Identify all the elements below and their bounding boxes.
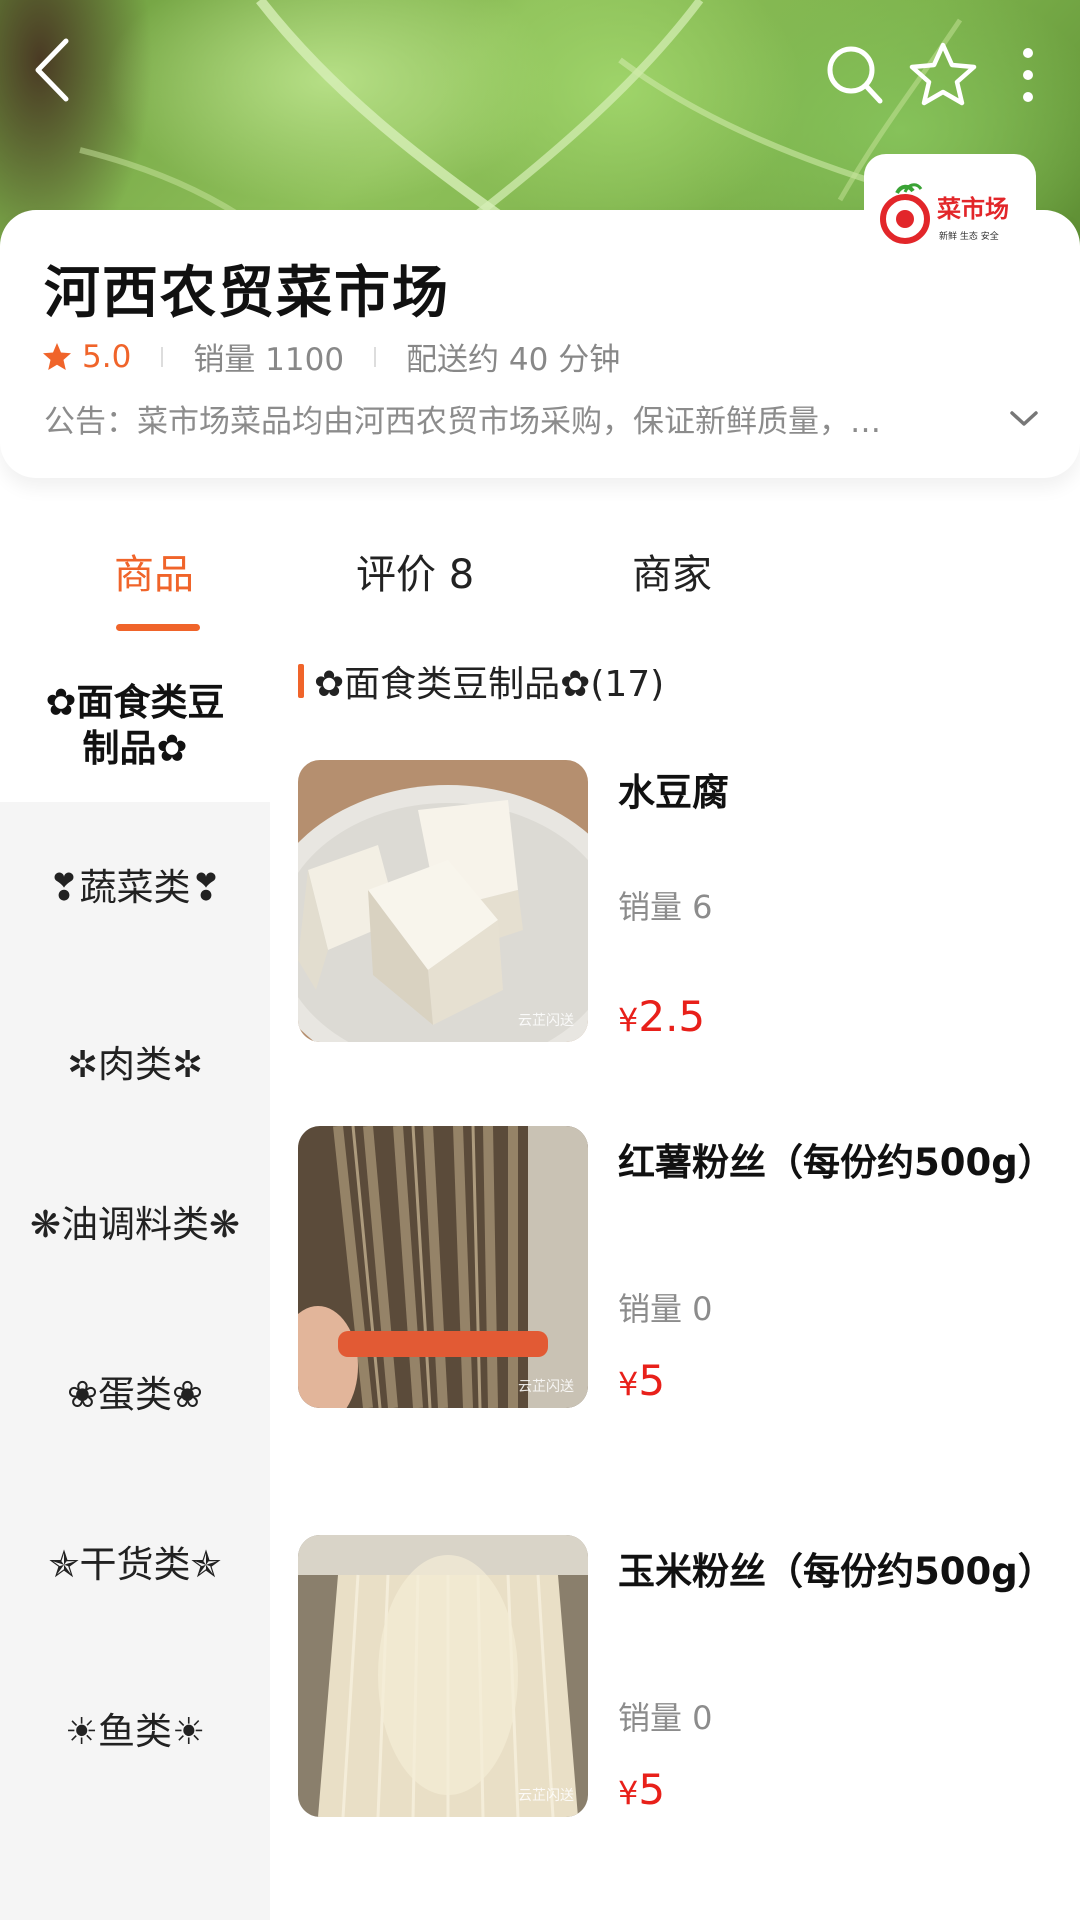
notice-text: 菜市场菜品均由河西农贸市场采购，保证新鲜质量，… (137, 404, 881, 440)
sweet-potato-noodles-photo (298, 1126, 588, 1408)
store-name: 河西农贸菜市场 (44, 261, 450, 326)
category-item-meat[interactable]: ✲肉类✲ (0, 1010, 270, 1120)
tab-reviews[interactable]: 评价 8 (356, 542, 474, 600)
product-price: ¥2.5 (618, 992, 705, 1041)
search-button[interactable] (820, 40, 890, 110)
product-name: 玉米粉丝（每份约500g） (618, 1550, 1055, 1593)
product-name: 红薯粉丝（每份约500g） (618, 1141, 1055, 1184)
tab-goods[interactable]: 商品 (114, 542, 194, 600)
store-notice[interactable]: 公告： 菜市场菜品均由河西农贸市场采购，保证新鲜质量，… (44, 396, 1040, 441)
logo-subtitle: 新鲜 生态 安全 (939, 230, 999, 242)
favorite-button[interactable] (905, 36, 981, 112)
watermark: 云芷闪送 (518, 1013, 574, 1029)
store-logo: 菜市场 新鲜 生态 安全 (864, 154, 1036, 280)
delivery-time: 配送约 40 分钟 (406, 342, 621, 378)
section-header: ✿面食类豆制品✿(17) (298, 655, 664, 707)
more-button[interactable] (1008, 40, 1048, 110)
product-card[interactable]: 云芷闪送 玉米粉丝（每份约500g） 销量 0 ¥5 (298, 1535, 1058, 1825)
store-logo-image: 菜市场 新鲜 生态 安全 (880, 183, 1009, 244)
category-item-fish[interactable]: ☀鱼类☀ (0, 1687, 270, 1777)
corn-noodles-photo (298, 1535, 588, 1817)
watermark: 云芷闪送 (518, 1788, 574, 1804)
notice-label: 公告： (44, 404, 137, 440)
product-sales: 销量 0 (618, 1699, 713, 1737)
category-sidebar: ✿面食类豆制品✿ ❣蔬菜类❣ ✲肉类✲ ❋油调料类❋ ❀蛋类❀ ✯干货类✯ ☀鱼… (0, 650, 270, 1920)
price-value: 5 (638, 1765, 666, 1814)
store-meta: 5.0 销量 1100 配送约 40 分钟 (42, 334, 620, 379)
more-vertical-icon (1023, 48, 1033, 102)
tofu-photo (298, 760, 588, 1042)
currency-symbol: ¥ (618, 1774, 639, 1812)
tab-merchant[interactable]: 商家 (632, 542, 712, 600)
logo-title: 菜市场 (936, 194, 1009, 223)
price-value: 5 (638, 1356, 666, 1405)
product-card[interactable]: 云芷闪送 红薯粉丝（每份约500g） 销量 0 ¥5 (298, 1126, 1058, 1416)
category-item-eggs[interactable]: ❀蛋类❀ (0, 1350, 270, 1440)
product-image[interactable]: 云芷闪送 (298, 760, 588, 1042)
star-outline-icon (909, 42, 977, 106)
category-item-vegetables[interactable]: ❣蔬菜类❣ (0, 828, 270, 948)
chevron-down-icon[interactable] (1008, 409, 1040, 429)
product-sales: 销量 6 (618, 888, 713, 926)
section-accent-bar (298, 664, 304, 698)
currency-symbol: ¥ (618, 1001, 639, 1039)
store-sales: 销量 1100 (193, 342, 345, 378)
search-icon (827, 46, 883, 104)
meta-divider (374, 346, 377, 367)
product-price: ¥5 (618, 1356, 665, 1405)
product-card[interactable]: 云芷闪送 水豆腐 销量 6 ¥2.5 (298, 760, 1058, 1050)
back-arrow-icon (35, 38, 69, 102)
product-sales: 销量 0 (618, 1290, 713, 1328)
back-button[interactable] (22, 38, 82, 102)
watermark: 云芷闪送 (518, 1379, 574, 1395)
currency-symbol: ¥ (618, 1365, 639, 1403)
category-item-oil-seasoning[interactable]: ❋油调料类❋ (0, 1165, 270, 1285)
product-image[interactable]: 云芷闪送 (298, 1535, 588, 1817)
product-price: ¥5 (618, 1765, 665, 1814)
product-image[interactable]: 云芷闪送 (298, 1126, 588, 1408)
product-name: 水豆腐 (618, 771, 729, 814)
meta-divider (161, 346, 164, 367)
price-value: 2.5 (638, 992, 706, 1041)
section-title: ✿面食类豆制品✿(17) (314, 664, 665, 705)
active-tab-indicator (116, 624, 200, 631)
category-item-dried-goods[interactable]: ✯干货类✯ (0, 1520, 270, 1610)
rating-star-icon (43, 342, 71, 370)
store-tabs: 商品 评价 8 商家 (0, 520, 1080, 631)
store-rating: 5.0 (82, 338, 132, 375)
category-item-noodles-tofu[interactable]: ✿面食类豆制品✿ (0, 650, 270, 802)
